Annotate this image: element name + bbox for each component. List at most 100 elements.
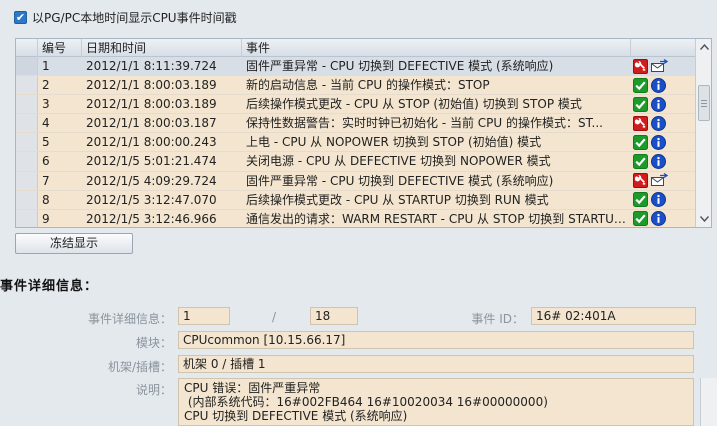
show-cpu-time-label: 以PG/PC本地时间显示CPU事件时间戳 bbox=[32, 11, 237, 25]
row-selector[interactable] bbox=[16, 95, 38, 114]
row-selector[interactable] bbox=[16, 114, 38, 133]
row-event: 保持性数据警告：实时时钟已初始化 - 当前 CPU 的操作模式：ST... bbox=[246, 116, 603, 131]
row-selector[interactable] bbox=[16, 133, 38, 152]
event-detail-label: 事件详细信息： bbox=[87, 312, 172, 326]
ok-check-icon[interactable] bbox=[633, 192, 648, 208]
wrench-error-icon[interactable] bbox=[633, 115, 648, 131]
scroll-up-icon[interactable] bbox=[697, 40, 711, 54]
row-selector[interactable] bbox=[16, 209, 38, 227]
row-number: 4 bbox=[42, 116, 50, 131]
info-icon[interactable] bbox=[651, 96, 666, 112]
row-datetime: 2012/1/5 3:12:47.070 bbox=[86, 192, 217, 207]
row-number: 9 bbox=[42, 211, 50, 226]
diagnostic-buffer-table: 编号 日期和时间 事件 1 2012/1/1 8:11:39.724 固件严重异常 … bbox=[15, 38, 712, 228]
row-datetime: 2012/1/1 8:00:03.187 bbox=[86, 116, 217, 131]
row-event: 通信发出的请求：WARM RESTART - CPU 从 STOP 切换到 ST… bbox=[246, 211, 631, 226]
header-datetime[interactable]: 日期和时间 bbox=[82, 39, 242, 57]
row-selector[interactable] bbox=[16, 57, 38, 76]
row-datetime: 2012/1/5 4:09:29.724 bbox=[86, 173, 217, 188]
row-selector[interactable] bbox=[16, 152, 38, 171]
row-number: 6 bbox=[42, 154, 50, 169]
row-status-icons bbox=[631, 114, 696, 132]
row-event: 后续操作模式更改 - CPU 从 STARTUP 切换到 RUN 模式 bbox=[246, 192, 549, 207]
row-status-icons bbox=[631, 152, 696, 170]
header-icons bbox=[631, 39, 696, 57]
row-datetime: 2012/1/5 5:01:21.474 bbox=[86, 154, 217, 169]
row-datetime: 2012/1/1 8:11:39.724 bbox=[86, 59, 217, 73]
table-row[interactable]: 5 2012/1/1 8:00:00.243 上电 - CPU 从 NOPOWER … bbox=[16, 133, 696, 153]
table-row[interactable]: 6 2012/1/5 5:01:21.474 关闭电源 - CPU 从 DEFECT… bbox=[16, 152, 696, 172]
info-icon[interactable] bbox=[651, 211, 666, 227]
description-line: CPU 切换到 DEFECTIVE 模式 (系统响应) bbox=[184, 409, 408, 423]
scroll-down-icon[interactable] bbox=[697, 212, 711, 226]
rack-slot-field: 机架 0 / 插槽 1 bbox=[178, 355, 694, 373]
wrench-error-icon[interactable] bbox=[633, 173, 648, 189]
header-event[interactable]: 事件 bbox=[242, 39, 631, 57]
row-selector[interactable] bbox=[16, 171, 38, 190]
event-id-field: 16# 02:401A bbox=[531, 307, 696, 325]
row-status-icons bbox=[631, 133, 696, 151]
table-row[interactable]: 2 2012/1/1 8:00:03.189 新的启动信息 - 当前 CPU 的操作… bbox=[16, 76, 696, 96]
description-line: (内部系统代码：16#002FB464 16#10020034 16#00000… bbox=[184, 395, 548, 409]
description-label: 说明： bbox=[135, 383, 172, 397]
row-status-icons bbox=[631, 57, 696, 75]
table-scrollbar[interactable] bbox=[695, 39, 711, 227]
rack-slot-label: 机架/插槽： bbox=[107, 360, 172, 374]
show-cpu-time-checkbox[interactable]: ✔ bbox=[14, 11, 27, 24]
wrench-error-icon[interactable] bbox=[633, 58, 648, 74]
table-row[interactable]: 7 2012/1/5 4:09:29.724 固件严重异常 - CPU 切换到 DE… bbox=[16, 171, 696, 191]
header-selector bbox=[16, 39, 38, 57]
table-body: 1 2012/1/1 8:11:39.724 固件严重异常 - CPU 切换到 DE… bbox=[16, 57, 696, 227]
table-header: 编号 日期和时间 事件 bbox=[16, 39, 696, 57]
description-field: CPU 错误：固件严重异常 (内部系统代码：16#002FB464 16#100… bbox=[178, 378, 694, 426]
info-icon[interactable] bbox=[651, 77, 666, 93]
show-cpu-time-option[interactable]: ✔ 以PG/PC本地时间显示CPU事件时间戳 bbox=[14, 9, 237, 26]
ok-check-icon[interactable] bbox=[633, 77, 648, 93]
row-datetime: 2012/1/1 8:00:03.189 bbox=[86, 78, 217, 93]
detail-separator: / bbox=[272, 310, 277, 324]
ok-check-icon[interactable] bbox=[633, 154, 648, 170]
row-number: 3 bbox=[42, 97, 50, 112]
row-selector[interactable] bbox=[16, 76, 38, 95]
row-event: 固件严重异常 - CPU 切换到 DEFECTIVE 模式 (系统响应) bbox=[246, 173, 554, 188]
ok-check-icon[interactable] bbox=[633, 96, 648, 112]
table-row[interactable]: 4 2012/1/1 8:00:03.187 保持性数据警告：实时时钟已初始化 - … bbox=[16, 114, 696, 134]
info-icon[interactable] bbox=[651, 134, 666, 150]
row-status-icons bbox=[631, 191, 696, 209]
ok-check-icon[interactable] bbox=[633, 134, 648, 150]
info-icon[interactable] bbox=[651, 154, 666, 170]
mail-export-icon[interactable] bbox=[651, 173, 668, 188]
row-event: 后续操作模式更改 - CPU 从 STOP (初始值) 切换到 STOP 模式 bbox=[246, 97, 582, 112]
table-row[interactable]: 1 2012/1/1 8:11:39.724 固件严重异常 - CPU 切换到 DE… bbox=[16, 57, 696, 77]
scroll-thumb[interactable] bbox=[698, 85, 710, 121]
info-icon[interactable] bbox=[651, 192, 666, 208]
row-selector[interactable] bbox=[16, 190, 38, 209]
row-datetime: 2012/1/1 8:00:03.189 bbox=[86, 97, 217, 112]
row-number: 1 bbox=[42, 59, 50, 73]
description-scrollbar[interactable] bbox=[700, 378, 717, 426]
module-label: 模块： bbox=[135, 336, 172, 350]
table-row[interactable]: 8 2012/1/5 3:12:47.070 后续操作模式更改 - CPU 从 ST… bbox=[16, 190, 696, 210]
row-event: 固件严重异常 - CPU 切换到 DEFECTIVE 模式 (系统响应) bbox=[246, 59, 554, 73]
row-number: 8 bbox=[42, 192, 50, 207]
ok-check-icon[interactable] bbox=[633, 211, 648, 227]
mail-export-icon[interactable] bbox=[651, 58, 668, 74]
info-icon[interactable] bbox=[651, 115, 666, 131]
row-number: 5 bbox=[42, 135, 50, 150]
header-number[interactable]: 编号 bbox=[38, 39, 82, 57]
module-field: CPUcommon [10.15.66.17] bbox=[178, 331, 694, 349]
event-details-title: 事件详细信息： bbox=[0, 279, 99, 294]
row-status-icons bbox=[631, 76, 696, 94]
table-row[interactable]: 3 2012/1/1 8:00:03.189 后续操作模式更改 - CPU 从 ST… bbox=[16, 95, 696, 115]
row-status-icons bbox=[631, 172, 696, 190]
row-datetime: 2012/1/5 3:12:46.966 bbox=[86, 211, 217, 226]
row-number: 7 bbox=[42, 173, 50, 188]
row-event: 新的启动信息 - 当前 CPU 的操作模式：STOP bbox=[246, 78, 490, 93]
freeze-display-button[interactable]: 冻结显示 bbox=[15, 233, 133, 254]
event-detail-index-field[interactable]: 1 bbox=[178, 307, 230, 325]
event-id-label: 事件 ID： bbox=[471, 312, 524, 326]
row-event: 上电 - CPU 从 NOPOWER 切换到 STOP (初始值) 模式 bbox=[246, 135, 542, 150]
row-event: 关闭电源 - CPU 从 DEFECTIVE 切换到 NOPOWER 模式 bbox=[246, 154, 551, 169]
table-row[interactable]: 9 2012/1/5 3:12:46.966 通信发出的请求：WARM RESTAR… bbox=[16, 209, 696, 227]
row-status-icons bbox=[631, 95, 696, 113]
